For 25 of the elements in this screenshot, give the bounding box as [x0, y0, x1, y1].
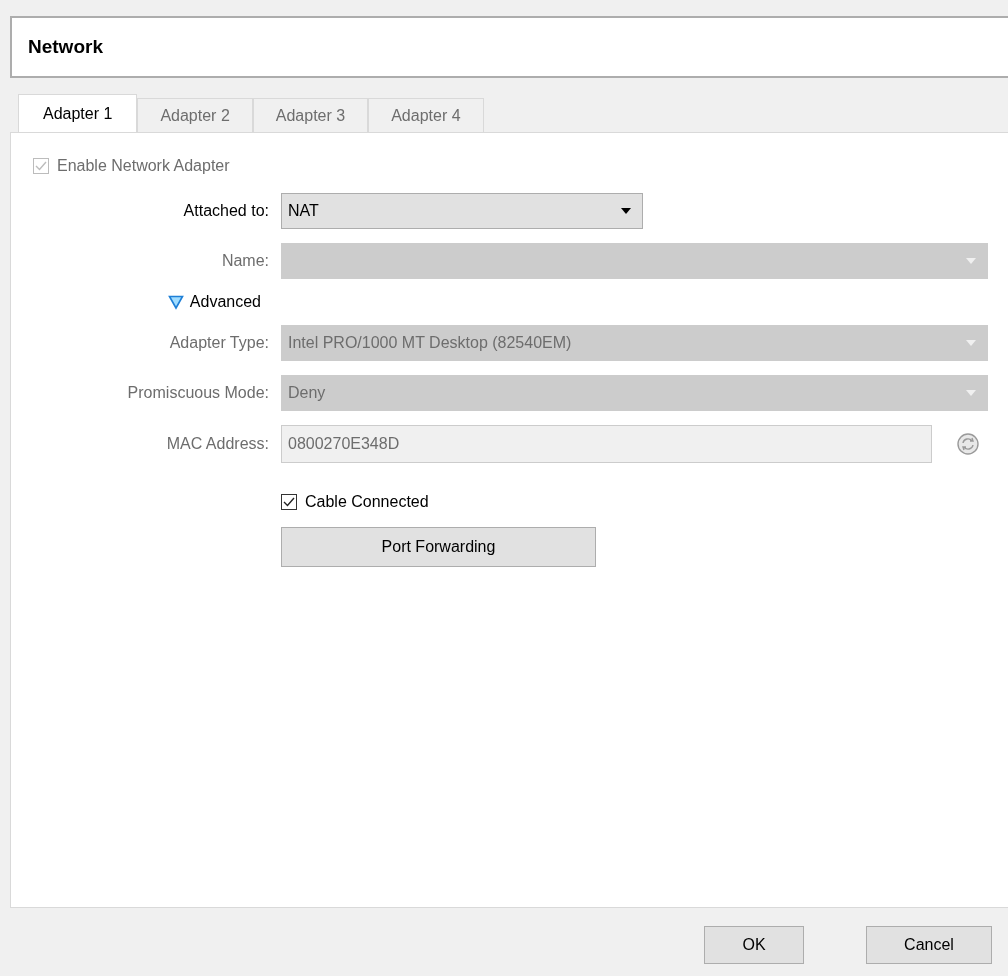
checkbox[interactable]: Cable Connected — [281, 493, 429, 511]
refresh-icon[interactable] — [956, 432, 980, 456]
dropdown-arrow-icon — [965, 339, 977, 347]
port-forwarding-button[interactable]: Port Forwarding — [281, 527, 596, 567]
expand-triangle-icon — [167, 294, 184, 310]
dropdown-arrow-icon — [620, 207, 632, 215]
field-label: Name: — [221, 252, 269, 270]
page-title: Network — [28, 36, 103, 58]
field-label: MAC Address: — [166, 435, 269, 453]
dialog-button[interactable]: OK — [704, 926, 804, 964]
dropdown-arrow-icon — [965, 389, 977, 397]
check-icon — [34, 159, 48, 173]
check-icon — [282, 495, 296, 509]
advanced-toggle[interactable]: Advanced — [167, 293, 261, 311]
dialog-button[interactable]: Cancel — [866, 926, 992, 964]
adapter-tab[interactable]: Adapter 2 — [137, 98, 253, 132]
adapter-tab[interactable]: Adapter 3 — [252, 98, 369, 132]
field-label: Attached to: — [183, 202, 269, 220]
adapter-tab[interactable]: Adapter 4 — [368, 98, 484, 132]
field-label: Promiscuous Mode: — [127, 384, 269, 402]
dropdown-arrow-icon — [965, 257, 977, 265]
adapter-tab[interactable]: Adapter 1 — [18, 94, 138, 132]
dropdown-field[interactable]: NAT — [281, 193, 643, 229]
field-label: Adapter Type: — [169, 334, 269, 352]
dropdown-field[interactable] — [281, 243, 988, 279]
